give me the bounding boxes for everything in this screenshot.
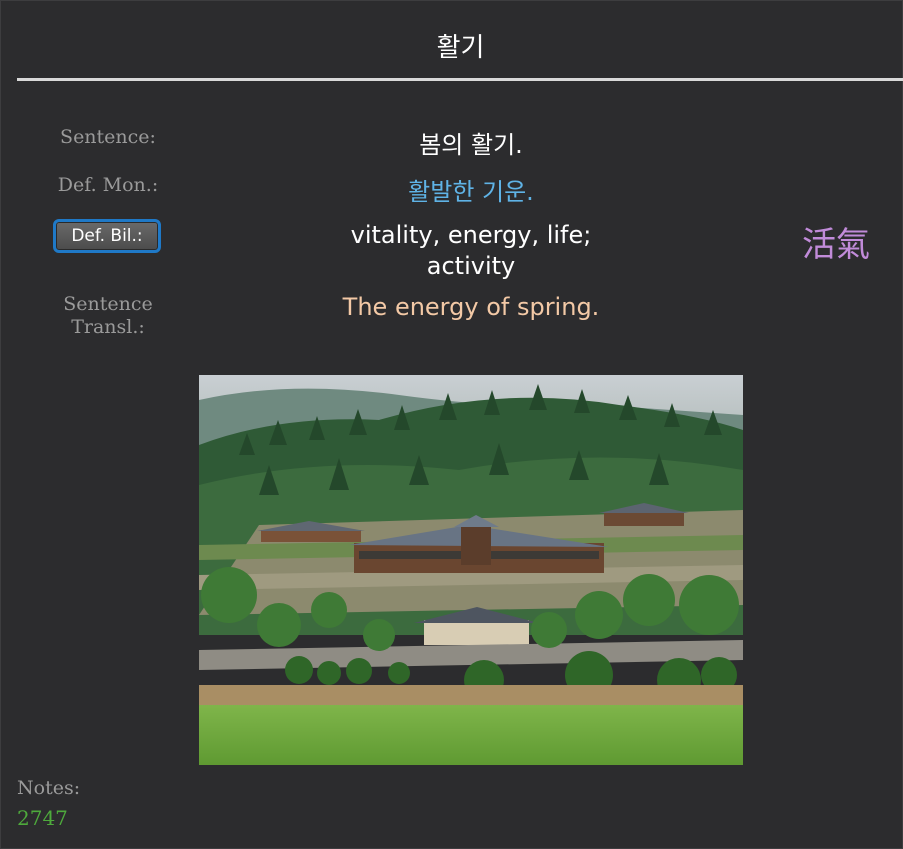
sentence-transl-label-line2: Transl.: (71, 316, 145, 338)
def-bil-value-line1: vitality, energy, life; (350, 221, 592, 249)
sentence-transl-value: The energy of spring. (342, 293, 600, 321)
def-bil-value-line2: activity (426, 252, 516, 280)
card-image (199, 375, 743, 765)
def-mon-value: 활발한 기운. (408, 178, 534, 206)
def-bil-button[interactable]: Def. Bil.: (53, 219, 161, 253)
sentence-label: Sentence: (60, 126, 156, 148)
def-bil-value: vitality, energy, life; activity (301, 220, 641, 282)
sentence-transl-label: Sentence Transl.: (33, 293, 183, 339)
sentence-value: 봄의 활기. (419, 131, 523, 159)
def-mon-label: Def. Mon.: (57, 174, 159, 196)
notes-value: 2747 (17, 806, 68, 830)
notes-label: Notes: (17, 777, 81, 799)
sentence-transl-label-line1: Sentence (63, 293, 153, 315)
hanja-text: 活氣 (802, 225, 870, 265)
card-title: 활기 (436, 33, 485, 63)
card-header: 활기 (17, 1, 903, 81)
